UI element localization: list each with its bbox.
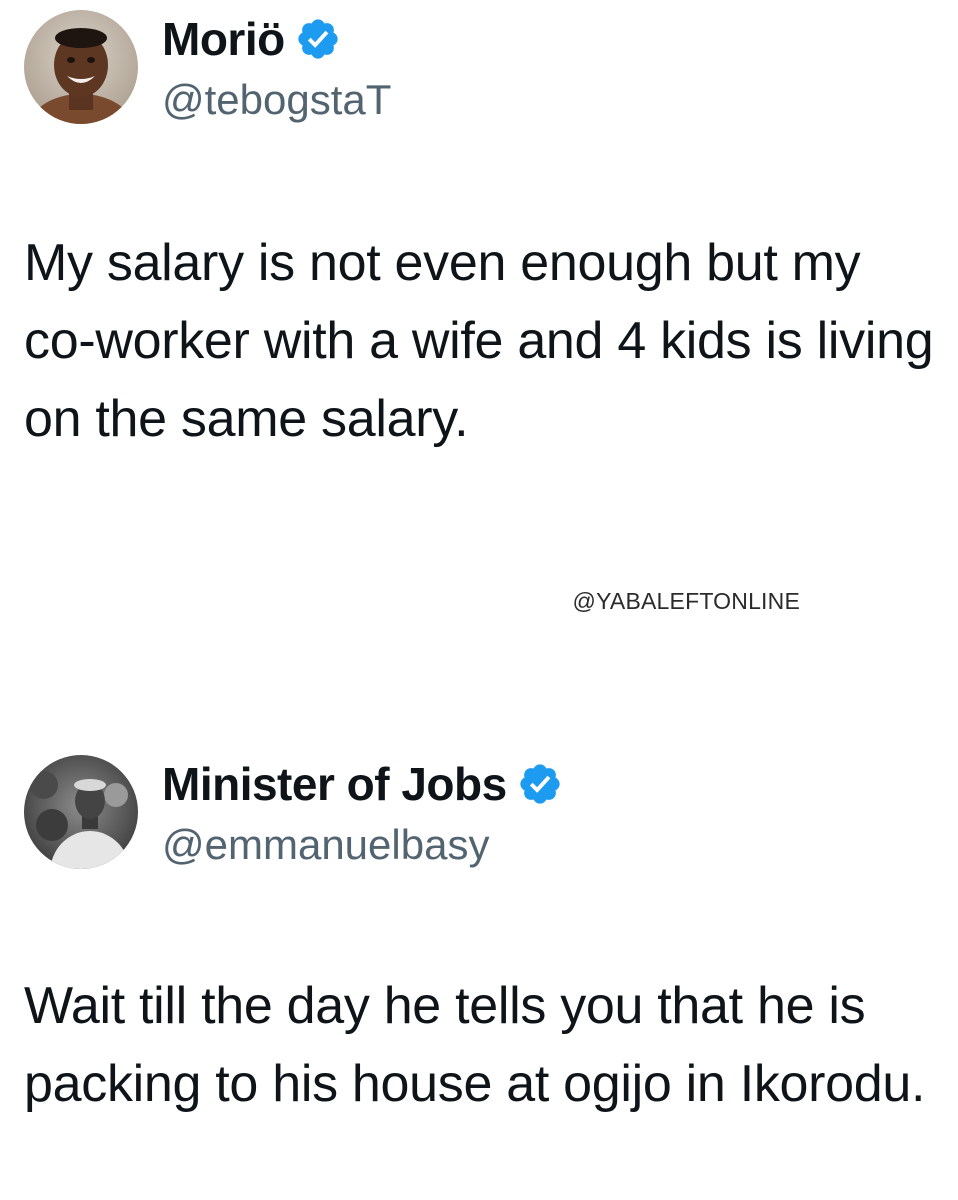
verified-badge-icon — [517, 761, 563, 807]
display-name[interactable]: Minister of Jobs — [162, 757, 507, 811]
tweet-text: My salary is not even enough but my co-w… — [24, 234, 934, 448]
verified-badge-icon — [295, 16, 341, 62]
tweet-card-1: Moriö @tebogstaT My salary is not even e… — [0, 0, 958, 448]
avatar[interactable] — [24, 755, 138, 869]
tweet-header: Minister of Jobs @emmanuelbasy — [0, 745, 958, 885]
tweet-card-2: Minister of Jobs @emmanuelbasy Wait till… — [0, 745, 958, 1113]
tweet-header: Moriö @tebogstaT — [0, 0, 958, 140]
tweet-text: Wait till the day he tells you that he i… — [24, 977, 926, 1113]
watermark: @YABALEFTONLINE — [572, 588, 800, 614]
display-name-row: Moriö — [162, 12, 341, 66]
avatar[interactable] — [24, 10, 138, 124]
user-handle[interactable]: @tebogstaT — [162, 76, 391, 124]
profile-photo-icon — [24, 755, 138, 869]
profile-photo-icon — [24, 10, 138, 124]
user-handle[interactable]: @emmanuelbasy — [162, 821, 489, 869]
display-name-row: Minister of Jobs — [162, 757, 563, 811]
display-name[interactable]: Moriö — [162, 12, 285, 66]
